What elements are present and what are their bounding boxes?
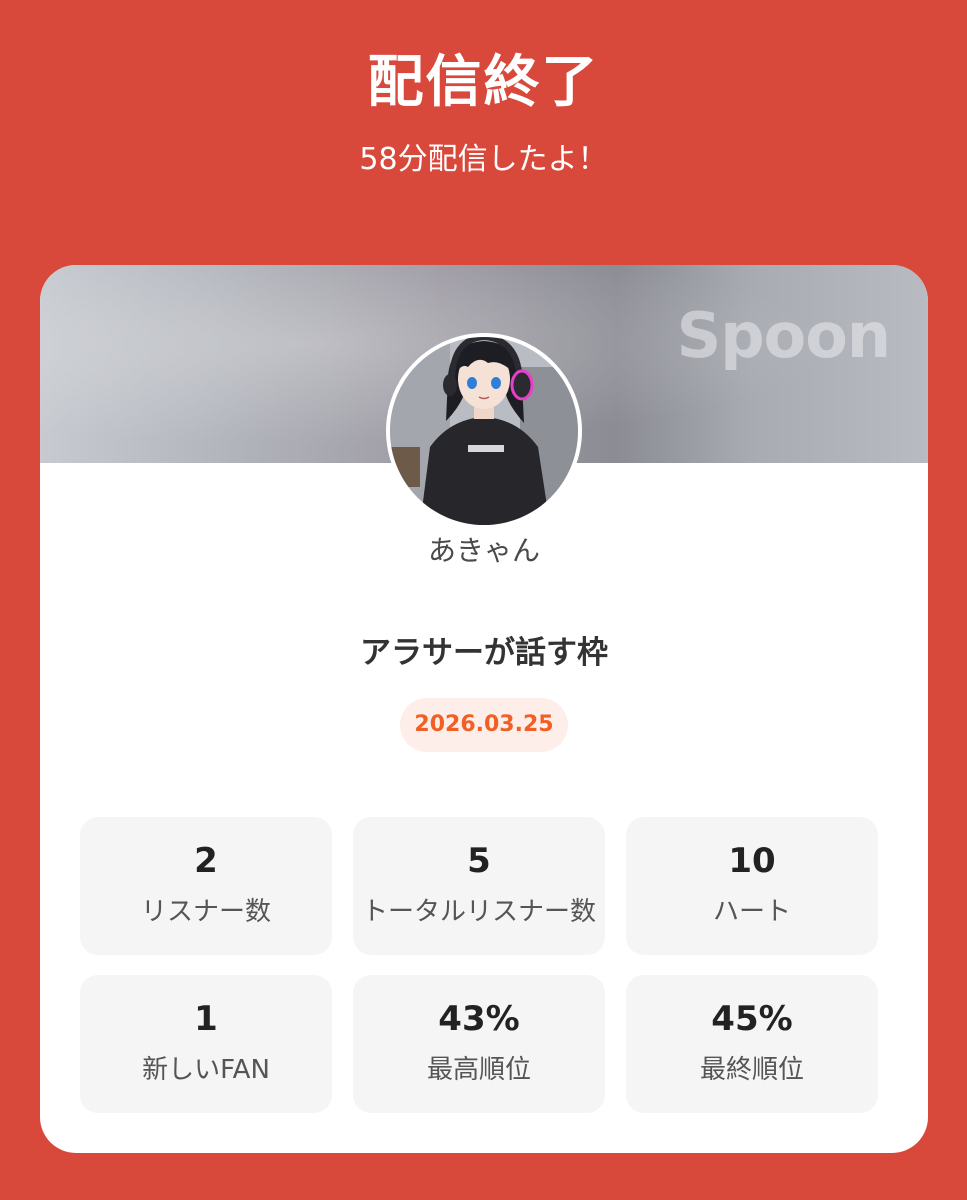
stat-label: 新しいFAN [142, 1055, 270, 1085]
stat-value: 2 [194, 841, 218, 881]
stat-value: 1 [194, 999, 218, 1039]
stat-label: リスナー数 [140, 897, 271, 927]
user-name[interactable]: あきゃん [40, 533, 928, 569]
date-badge: 2026.03.25 [400, 698, 568, 752]
stat-value: 45% [711, 999, 793, 1039]
stat-listeners: 2 リスナー数 [80, 817, 332, 955]
stat-total-listeners: 5 トータルリスナー数 [353, 817, 605, 955]
stream-title: アラサーが話す枠 [360, 635, 608, 671]
spoon-logo: Spoon [676, 299, 891, 372]
stat-label: トータルリスナー数 [361, 897, 596, 927]
user-avatar-icon [390, 337, 578, 525]
stat-final-rank: 45% 最終順位 [626, 975, 878, 1113]
stat-label: ハート [712, 897, 791, 927]
stat-label: 最終順位 [699, 1055, 804, 1085]
stat-label: 最高順位 [426, 1055, 531, 1085]
page-title: 配信終了 [367, 50, 600, 115]
stat-hearts: 10 ハート [626, 817, 878, 955]
stat-value: 5 [467, 841, 491, 881]
stat-value: 10 [728, 841, 776, 881]
stream-duration-text: 58分配信したよ！ [359, 142, 608, 177]
stat-best-rank: 43% 最高順位 [353, 975, 605, 1113]
stream-result-card: Spoon あきゃん アラサーが話す枠 2026.03.25 2 リスナー数 5… [40, 265, 928, 1153]
stat-new-fans: 1 新しいFAN [80, 975, 332, 1113]
stat-value: 43% [438, 999, 520, 1039]
avatar[interactable] [386, 333, 582, 529]
